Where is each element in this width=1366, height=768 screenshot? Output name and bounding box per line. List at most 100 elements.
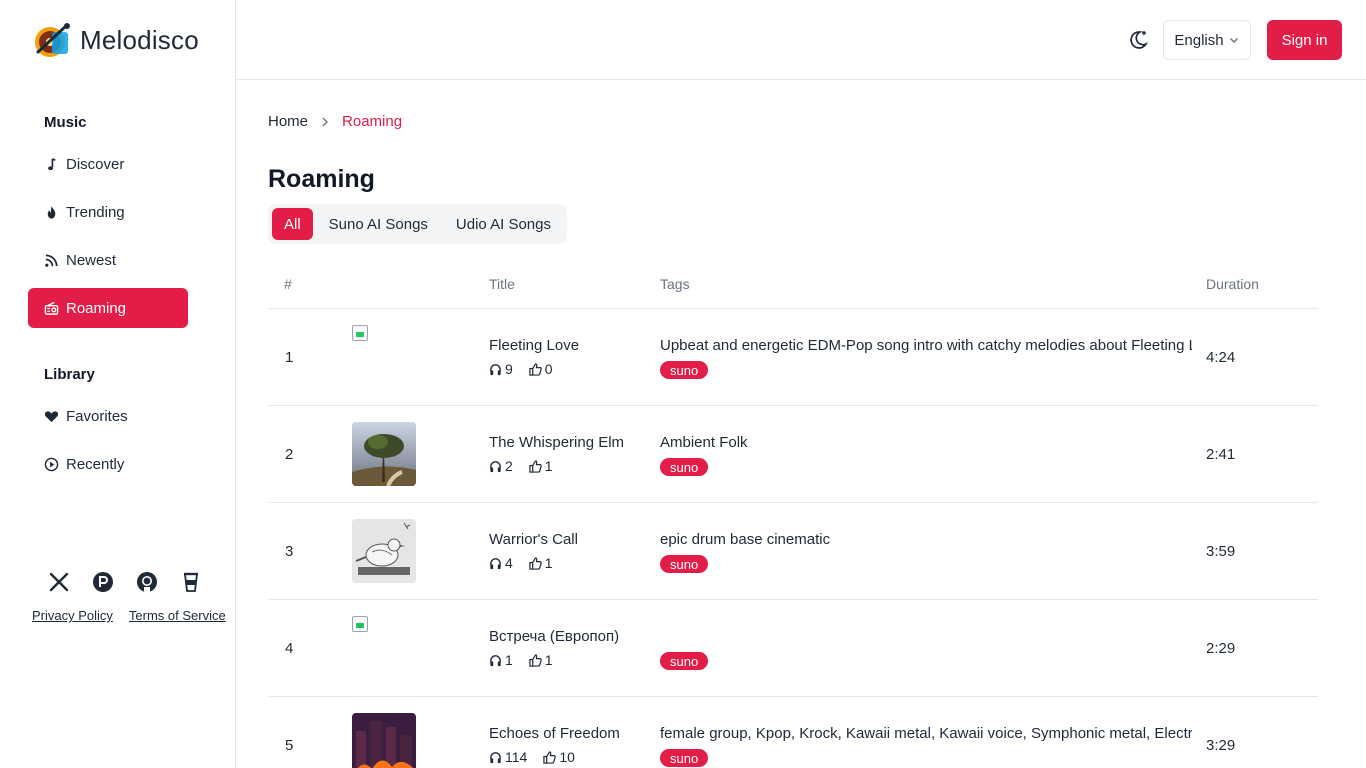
sidebar-item-label: Recently xyxy=(66,455,125,473)
sidebar-item-recently[interactable]: Recently xyxy=(28,444,188,484)
source-badge: suno xyxy=(660,749,709,767)
play-count: 1 xyxy=(489,652,513,668)
producthunt-icon[interactable] xyxy=(92,571,114,593)
source-badge: suno xyxy=(660,361,709,379)
social-links xyxy=(48,571,202,593)
page-title: Roaming xyxy=(268,165,375,193)
brand-logo[interactable]: Melodisco xyxy=(32,22,199,58)
row-number: 3 xyxy=(285,543,294,560)
library-section-title: Library xyxy=(44,366,95,383)
like-count-value: 10 xyxy=(559,749,575,765)
breadcrumb: Home Roaming xyxy=(268,113,402,130)
top-header: English Sign in xyxy=(236,0,1366,80)
headphones-icon xyxy=(490,363,501,375)
table-row[interactable]: 5 Echoes of Freedom 114 10 female group,… xyxy=(268,697,1318,768)
headphones-icon xyxy=(490,557,501,569)
headphones-icon xyxy=(490,751,501,763)
tab-suno-ai-songs[interactable]: Suno AI Songs xyxy=(317,208,440,240)
song-cover-image[interactable] xyxy=(352,519,416,583)
source-badge: suno xyxy=(660,652,709,670)
language-select[interactable]: English xyxy=(1163,20,1251,60)
song-title[interactable]: The Whispering Elm xyxy=(489,434,624,451)
tab-all[interactable]: All xyxy=(272,208,313,240)
song-cover-image[interactable] xyxy=(352,713,416,768)
play-count-value: 114 xyxy=(505,749,528,765)
play-count: 114 xyxy=(489,749,527,765)
heart-icon xyxy=(44,410,59,422)
song-duration: 3:59 xyxy=(1206,543,1236,560)
brand-name: Melodisco xyxy=(80,24,199,55)
language-label: English xyxy=(1174,31,1224,49)
song-tags: Upbeat and energetic EDM-Pop song intro … xyxy=(660,337,1192,354)
table-row[interactable]: 1 Fleeting Love 9 0 Upbeat and energetic… xyxy=(268,309,1318,406)
song-stats: 9 0 xyxy=(489,361,553,377)
sidebar-item-favorites[interactable]: Favorites xyxy=(28,396,188,436)
table-row[interactable]: 2 The Whispering Elm 2 1 Ambient Folk su… xyxy=(268,406,1318,503)
broken-image-icon xyxy=(352,325,368,341)
like-count[interactable]: 1 xyxy=(529,652,553,668)
like-count[interactable]: 10 xyxy=(543,749,575,765)
song-stats: 4 1 xyxy=(489,555,553,571)
theme-toggle-moon-icon[interactable] xyxy=(1126,28,1150,52)
song-duration: 3:29 xyxy=(1206,737,1236,754)
song-title[interactable]: Встреча (Европоп) xyxy=(489,628,619,645)
thumbs-up-icon xyxy=(529,556,542,570)
play-count: 2 xyxy=(489,458,513,474)
source-badge: suno xyxy=(660,458,709,476)
coffee-icon[interactable] xyxy=(180,571,202,593)
play-count-value: 1 xyxy=(505,652,513,668)
broken-image-icon xyxy=(352,616,368,632)
like-count[interactable]: 0 xyxy=(529,361,553,377)
songs-table: # Title Tags Duration 1 Fleeting Love 9 … xyxy=(268,262,1318,768)
sidebar-item-label: Roaming xyxy=(66,299,127,317)
music-section-title: Music xyxy=(44,114,87,131)
play-circle-icon xyxy=(44,457,59,471)
like-count[interactable]: 1 xyxy=(529,458,553,474)
song-title[interactable]: Echoes of Freedom xyxy=(489,725,620,742)
source-tabs: All Suno AI Songs Udio AI Songs xyxy=(268,204,567,244)
sidebar-item-label: Discover xyxy=(66,155,125,173)
chevron-right-icon xyxy=(322,117,329,126)
like-count[interactable]: 1 xyxy=(529,555,553,571)
row-number: 2 xyxy=(285,446,294,463)
song-stats: 2 1 xyxy=(489,458,553,474)
thumbs-up-icon xyxy=(529,362,542,376)
table-row[interactable]: 3 Warrior's Call 4 1 epic drum base cine… xyxy=(268,503,1318,600)
song-title[interactable]: Fleeting Love xyxy=(489,337,579,354)
song-tags: female group, Kpop, Krock, Kawaii metal,… xyxy=(660,725,1192,742)
sidebar-item-label: Newest xyxy=(66,251,117,269)
header-duration: Duration xyxy=(1206,276,1259,292)
table-row[interactable]: 4 Встреча (Европоп) 1 1 suno 2:29 xyxy=(268,600,1318,697)
song-cover-image[interactable] xyxy=(352,422,416,486)
thumbs-up-icon xyxy=(543,750,557,764)
sidebar-item-roaming[interactable]: Roaming xyxy=(28,288,188,328)
table-header: # Title Tags Duration xyxy=(268,262,1318,309)
sidebar-item-trending[interactable]: Trending xyxy=(28,192,188,232)
x-icon[interactable] xyxy=(48,571,70,593)
sidebar-item-label: Favorites xyxy=(66,407,128,425)
rss-icon xyxy=(45,254,58,267)
row-number: 5 xyxy=(285,737,294,754)
song-duration: 4:24 xyxy=(1206,349,1236,366)
play-count: 9 xyxy=(489,361,513,377)
thumbs-up-icon xyxy=(529,459,542,473)
github-icon[interactable] xyxy=(136,571,158,593)
play-count-value: 4 xyxy=(505,555,513,571)
radio-icon xyxy=(44,301,59,315)
sign-in-button[interactable]: Sign in xyxy=(1267,20,1342,60)
tab-udio-ai-songs[interactable]: Udio AI Songs xyxy=(444,208,563,240)
terms-of-service-link[interactable]: Terms of Service xyxy=(129,608,226,623)
sidebar-item-discover[interactable]: Discover xyxy=(28,144,188,184)
header-title: Title xyxy=(489,276,515,292)
privacy-policy-link[interactable]: Privacy Policy xyxy=(32,608,113,623)
song-title[interactable]: Warrior's Call xyxy=(489,531,578,548)
song-duration: 2:41 xyxy=(1206,446,1236,463)
sidebar-item-newest[interactable]: Newest xyxy=(28,240,188,280)
headphones-icon xyxy=(490,654,501,666)
like-count-value: 1 xyxy=(544,555,553,571)
flame-icon xyxy=(47,205,56,219)
footer-links: Privacy Policy Terms of Service xyxy=(32,608,226,623)
sidebar: Melodisco Music Discover Trending Newest… xyxy=(0,0,236,768)
breadcrumb-home[interactable]: Home xyxy=(268,113,308,130)
like-count-value: 1 xyxy=(544,652,553,668)
